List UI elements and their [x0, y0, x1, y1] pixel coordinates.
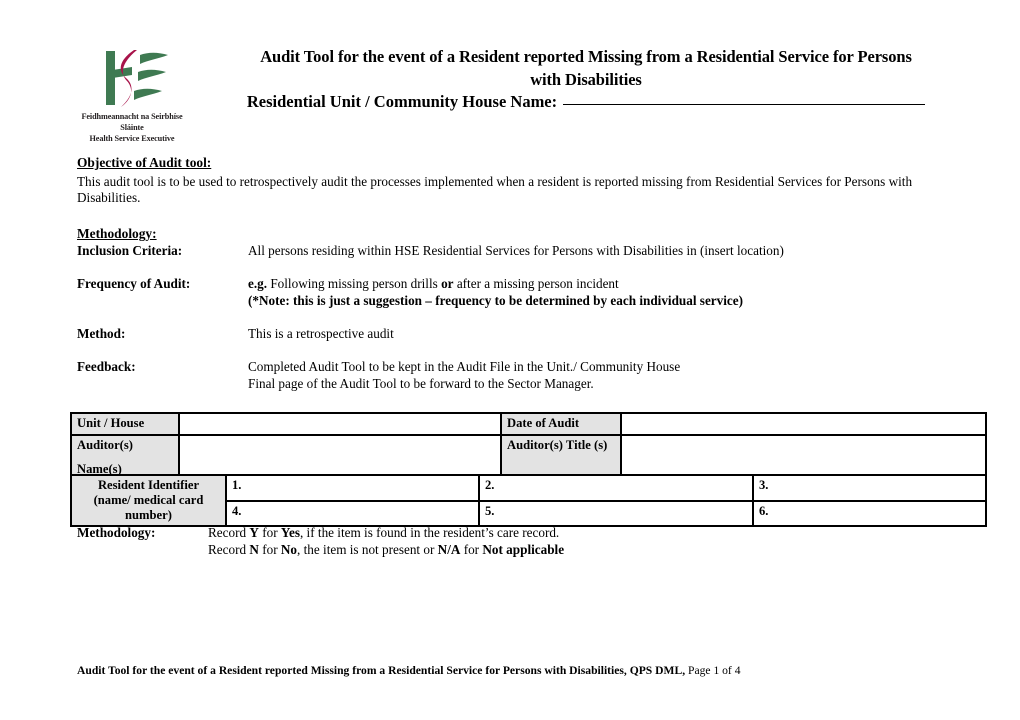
note-1-yes: Yes — [280, 525, 300, 540]
table-row-residents-1: Resident Identifier (name/ medical card … — [70, 474, 987, 527]
feedback-value-line-1: Completed Audit Tool to be kept in the A… — [248, 359, 681, 374]
frequency-note-line: (*Note: this is just a suggestion – freq… — [248, 293, 744, 308]
frequency-eg-bold: e.g. — [248, 276, 268, 291]
objective-heading: Objective of Audit tool: — [77, 155, 212, 170]
resident-slot-3[interactable]: 3. — [752, 474, 987, 502]
table-row-unit-house: Unit / House Date of Audit — [70, 412, 987, 436]
page-title: Audit Tool for the event of a Resident r… — [186, 46, 986, 114]
methodology-note-label: Methodology: — [77, 525, 156, 540]
note-2-no: No — [280, 542, 298, 557]
note-1-e: , if the item is found in the resident’s… — [299, 525, 560, 540]
note-2-n: N — [249, 542, 259, 557]
resident-identifier-label-line-3: number) — [125, 508, 172, 522]
resident-identifier-label-line-1: Resident Identifier — [97, 478, 200, 492]
frequency-of-audit-value: e.g. Following missing person drills or … — [248, 276, 619, 293]
methodology-heading-wrap: Methodology: — [77, 226, 157, 243]
unit-house-label-cell: Unit / House — [70, 412, 180, 436]
page-footer: Audit Tool for the event of a Resident r… — [77, 663, 741, 678]
frequency-of-audit-label: Frequency of Audit: — [77, 276, 191, 291]
title-line-1: Audit Tool for the event of a Resident r… — [260, 47, 912, 66]
resident-identifier-label-cell: Resident Identifier (name/ medical card … — [70, 474, 227, 527]
date-of-audit-label-cell: Date of Audit — [500, 412, 622, 436]
frequency-text-2: after a missing person incident — [453, 276, 619, 291]
methodology-note-line-1: Record Y for Yes, if the item is found i… — [208, 524, 559, 541]
resident-slot-1[interactable]: 1. — [225, 474, 480, 502]
hse-logo-icon — [106, 50, 168, 107]
hse-tagline-irish: Feidhmeannacht na Seirbhíse Sláinte — [81, 112, 183, 132]
hse-logo-tagline: Feidhmeannacht na Seirbhíse Sláinte Heal… — [78, 111, 186, 144]
footer-page-number: Page 1 of 4 — [685, 664, 741, 677]
note-2-g: for — [460, 542, 483, 557]
hse-logo: Feidhmeannacht na Seirbhíse Sláinte Heal… — [78, 45, 186, 150]
objective-section: Objective of Audit tool: This audit tool… — [77, 155, 977, 207]
resident-slot-6[interactable]: 6. — [752, 499, 987, 527]
note-2-not-applicable: Not applicable — [482, 542, 565, 557]
objective-body-line-1: This audit tool is to be used to retrosp… — [77, 173, 886, 189]
date-of-audit-input-cell[interactable] — [620, 412, 987, 436]
feedback-value-line-2: Final page of the Audit Tool to be forwa… — [248, 376, 594, 391]
inclusion-criteria-label: Inclusion Criteria: — [77, 243, 183, 258]
method-label: Method: — [77, 326, 126, 341]
note-1-y: Y — [249, 525, 259, 540]
document-header: Feidhmeannacht na Seirbhíse Sláinte Heal… — [0, 40, 1020, 155]
unit-name-label: Residential Unit / Community House Name: — [246, 92, 558, 111]
title-line-2: with Disabilities — [530, 69, 642, 89]
note-2-e: , the item is not present or — [297, 542, 438, 557]
unit-name-field-line: Residential Unit / Community House Name: — [186, 91, 986, 114]
frequency-or-bold: or — [441, 276, 454, 291]
resident-slot-4[interactable]: 4. — [225, 499, 480, 527]
note-1-c: for — [258, 525, 281, 540]
footer-title-text: Audit Tool for the event of a Resident r… — [77, 664, 686, 677]
note-2-c: for — [258, 542, 281, 557]
feedback-label: Feedback: — [77, 359, 136, 374]
unit-name-blank-line[interactable] — [563, 104, 926, 105]
methodology-heading: Methodology: — [77, 226, 157, 241]
hse-tagline-english: Health Service Executive — [89, 134, 175, 143]
unit-house-input-cell[interactable] — [178, 412, 502, 436]
resident-slot-5[interactable]: 5. — [478, 499, 754, 527]
document-page: Feidhmeannacht na Seirbhíse Sláinte Heal… — [0, 0, 1020, 720]
method-value: This is a retrospective audit — [248, 326, 394, 341]
note-2-a: Record — [208, 542, 250, 557]
resident-identifier-label-line-2: (name/ medical card — [93, 493, 204, 507]
inclusion-criteria-value: All persons residing within HSE Resident… — [248, 243, 784, 258]
audit-details-table: Unit / House Date of Audit Auditor(s) Na… — [70, 412, 987, 481]
auditor-names-label-line-1: Auditor(s) — [77, 438, 133, 452]
resident-slot-2[interactable]: 2. — [478, 474, 754, 502]
frequency-text-1: Following missing person drills — [267, 276, 442, 291]
note-1-a: Record — [208, 525, 250, 540]
note-2-na: N/A — [437, 542, 461, 557]
resident-identifier-table: Resident Identifier (name/ medical card … — [70, 474, 987, 527]
methodology-note-line-2: Record N for No, the item is not present… — [208, 541, 564, 558]
objective-body: This audit tool is to be used to retrosp… — [77, 174, 977, 207]
